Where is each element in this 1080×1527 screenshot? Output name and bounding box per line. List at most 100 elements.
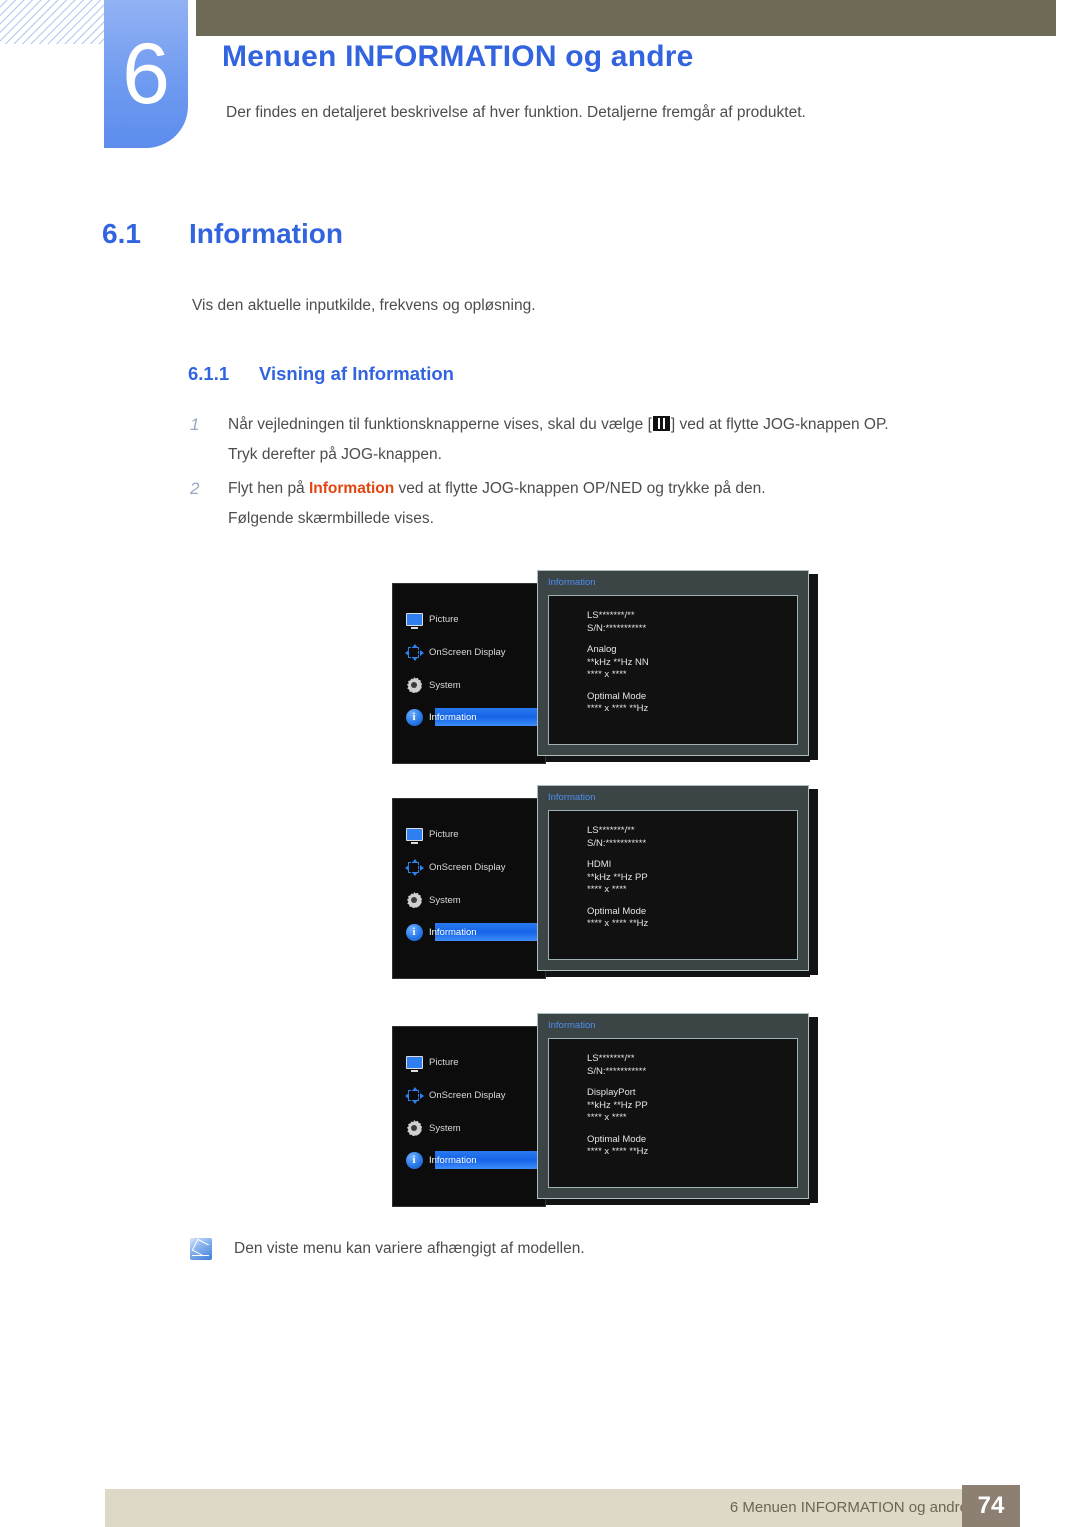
osd-spacer (587, 1078, 648, 1087)
osd-menu-item-system[interactable]: System (393, 1117, 545, 1139)
subsection-heading: 6.1.1 Visning af Information (188, 363, 454, 385)
osd-menu-item-onscreen-display[interactable]: OnScreen Display (393, 641, 545, 663)
osd-arrows-icon (401, 1086, 427, 1104)
footer-text: 6 Menuen INFORMATION og andre (729, 1499, 968, 1516)
osd-detail-panel: Information LS*******/** S/N:***********… (537, 570, 809, 756)
osd-arrows-icon (401, 643, 427, 661)
osd-resolution: **** x **** (587, 669, 627, 680)
osd-menu-item-system[interactable]: System (393, 889, 545, 911)
gear-icon (401, 892, 427, 908)
gear-icon (401, 1120, 427, 1136)
chapter-number: 6 (104, 0, 188, 148)
section-heading: 6.1 Information (102, 218, 343, 250)
osd-menu-panel: Picture OnScreen Display System i Inform… (392, 1026, 593, 1207)
osd-menu-label: System (429, 1122, 461, 1134)
osd-menu-item-onscreen-display[interactable]: OnScreen Display (393, 1084, 545, 1106)
menu-bars-icon (652, 416, 670, 431)
osd-spacer (587, 682, 649, 691)
osd-detail-text: LS*******/** S/N:*********** DisplayPort… (587, 1053, 648, 1159)
osd-detail-panel: Information LS*******/** S/N:***********… (537, 1013, 809, 1199)
osd-serial: S/N:*********** (587, 837, 647, 849)
osd-serial: S/N:*********** (587, 622, 647, 634)
monitor-icon (401, 1055, 427, 1072)
step-item: 2 Flyt hen på Information ved at flytte … (190, 474, 1020, 534)
osd-optimal-value: **** x **** **Hz (587, 1146, 649, 1157)
osd-shadow-bottom (546, 971, 810, 977)
osd-model: LS*******/** (587, 825, 635, 836)
osd-menu-label: Information (429, 711, 477, 723)
osd-menu-item-system[interactable]: System (393, 674, 545, 696)
gear-icon (401, 677, 427, 693)
osd-menu-item-information[interactable]: i Information (393, 706, 593, 728)
osd-screenshot: Picture OnScreen Display System i Inform… (386, 570, 818, 764)
osd-shadow-bottom (546, 1199, 810, 1205)
osd-menu-label: OnScreen Display (429, 646, 506, 658)
osd-shadow (809, 1017, 818, 1203)
osd-spacer (587, 850, 648, 859)
osd-screenshot: Picture OnScreen Display System i Inform… (386, 785, 818, 979)
step-number: 2 (190, 479, 200, 498)
osd-detail-text: LS*******/** S/N:*********** Analog **kH… (587, 610, 649, 716)
osd-detail-box: LS*******/** S/N:*********** DisplayPort… (548, 1038, 798, 1188)
info-circle-icon: i (401, 1151, 427, 1169)
osd-screenshot: Picture OnScreen Display System i Inform… (386, 1013, 818, 1207)
step-text-part2: ] ved at flytte JOG-knappen OP. (670, 416, 889, 433)
osd-menu-item-information[interactable]: i Information (393, 1149, 593, 1171)
info-circle-icon: i (401, 923, 427, 941)
osd-detail-text: LS*******/** S/N:*********** HDMI **kHz … (587, 825, 648, 931)
section-title: Information (189, 218, 343, 249)
monitor-icon (401, 827, 427, 844)
osd-spacer (587, 897, 648, 906)
osd-detail-panel: Information LS*******/** S/N:***********… (537, 785, 809, 971)
osd-menu-label: OnScreen Display (429, 861, 506, 873)
osd-menu-panel: Picture OnScreen Display System i Inform… (392, 798, 593, 979)
step-text-part2: ved at flytte JOG-knappen OP/NED og tryk… (394, 480, 766, 497)
instruction-steps: 1 Når vejledningen til funktionsknappern… (190, 410, 1020, 538)
osd-spacer (587, 635, 649, 644)
osd-source: Analog (587, 644, 617, 655)
osd-menu-label: Picture (429, 1056, 459, 1068)
chapter-title: Menuen INFORMATION og andre (222, 40, 694, 73)
osd-optimal-label: Optimal Mode (587, 690, 647, 702)
osd-menu-item-picture[interactable]: Picture (393, 823, 545, 845)
info-circle-icon: i (401, 708, 427, 726)
osd-resolution: **** x **** (587, 884, 627, 895)
osd-frequency: **kHz **Hz PP (587, 1099, 648, 1111)
osd-optimal-label: Optimal Mode (587, 905, 647, 917)
step-text-part1: Når vejledningen til funktionsknapperne … (228, 416, 652, 433)
osd-panel-title: Information (548, 577, 596, 588)
osd-resolution: **** x **** (587, 1112, 627, 1123)
note-block: Den viste menu kan variere afhængigt af … (190, 1238, 585, 1260)
section-intro-text: Vis den aktuelle inputkilde, frekvens og… (192, 297, 536, 314)
note-text: Den viste menu kan variere afhængigt af … (234, 1240, 585, 1257)
osd-menu-label: OnScreen Display (429, 1089, 506, 1101)
osd-optimal-value: **** x **** **Hz (587, 703, 649, 714)
osd-frequency: **kHz **Hz NN (587, 656, 649, 668)
osd-detail-box: LS*******/** S/N:*********** HDMI **kHz … (548, 810, 798, 960)
step-continuation: Følgende skærmbillede vises. (228, 510, 434, 527)
osd-menu-label: Information (429, 1154, 477, 1166)
subsection-title: Visning af Information (259, 363, 454, 384)
osd-model: LS*******/** (587, 1053, 635, 1064)
step-item: 1 Når vejledningen til funktionsknappern… (190, 410, 1020, 470)
page-number: 74 (962, 1485, 1020, 1527)
monitor-icon (401, 612, 427, 629)
osd-menu-item-onscreen-display[interactable]: OnScreen Display (393, 856, 545, 878)
step-text-part1: Flyt hen på (228, 480, 309, 497)
step-text: Flyt hen på Information ved at flytte JO… (228, 474, 766, 534)
osd-menu-label: Picture (429, 828, 459, 840)
osd-menu-label: Information (429, 926, 477, 938)
step-number: 1 (190, 415, 200, 434)
osd-source: HDMI (587, 859, 612, 870)
osd-shadow (809, 574, 818, 760)
step-text: Når vejledningen til funktionsknapperne … (228, 410, 889, 470)
osd-menu-item-information[interactable]: i Information (393, 921, 593, 943)
header-olive-bar (196, 0, 1056, 36)
osd-menu-label: System (429, 679, 461, 691)
osd-menu-item-picture[interactable]: Picture (393, 608, 545, 630)
note-pen-icon (190, 1238, 212, 1260)
osd-panel-title: Information (548, 1020, 596, 1031)
osd-menu-item-picture[interactable]: Picture (393, 1051, 545, 1073)
decorative-hatch-pattern (0, 0, 108, 44)
osd-panel-title: Information (548, 792, 596, 803)
